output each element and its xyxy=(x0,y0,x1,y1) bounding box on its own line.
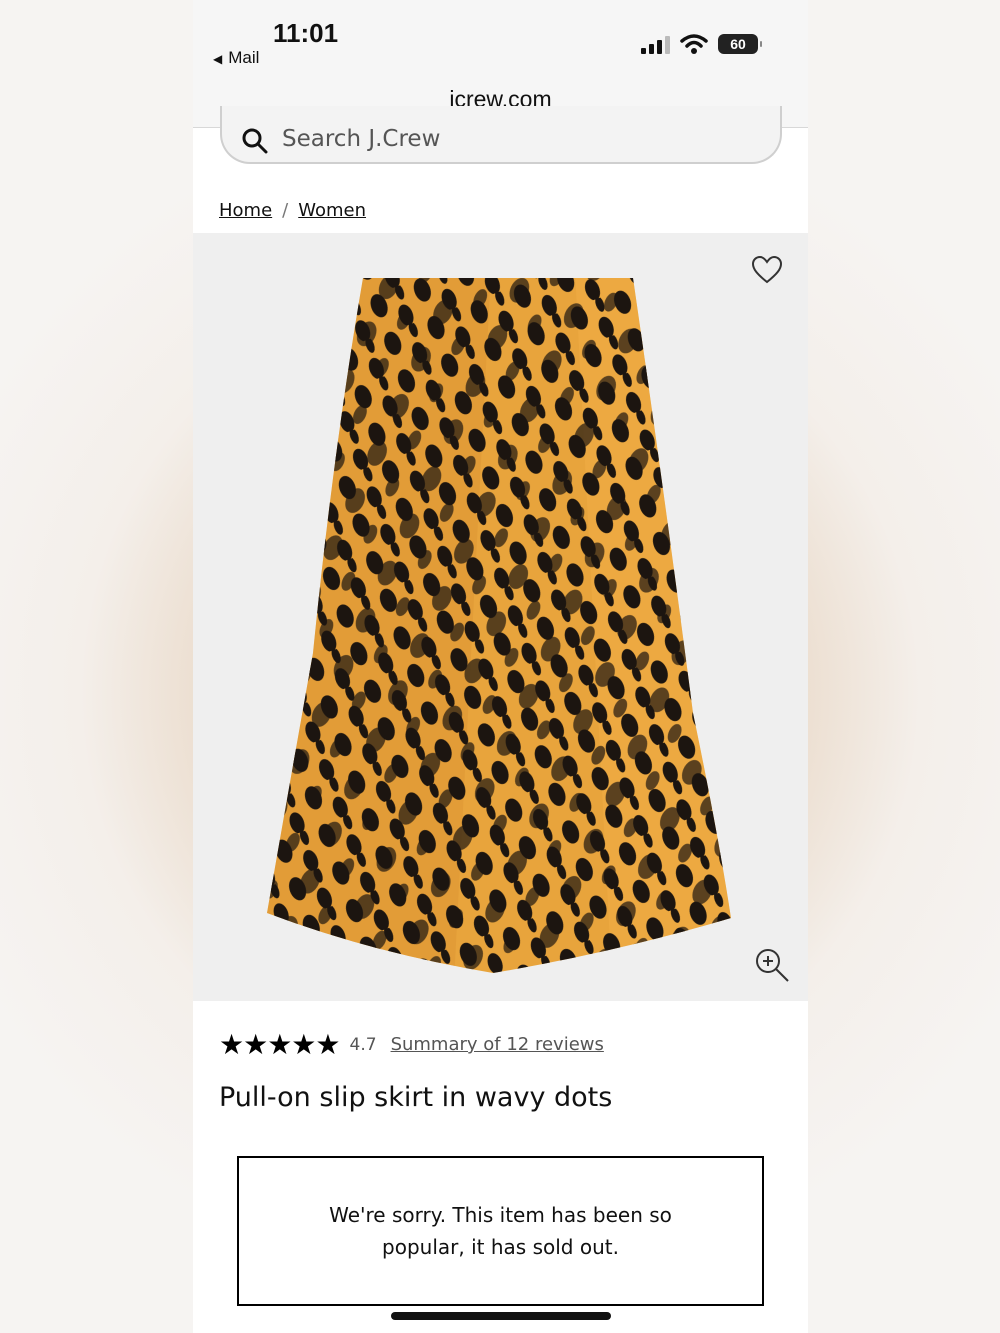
rating-value: 4.7 xyxy=(349,1034,377,1055)
zoom-in-icon[interactable] xyxy=(754,947,790,983)
status-icons: 60 xyxy=(640,34,762,54)
breadcrumb-separator: / xyxy=(282,200,289,221)
phone-screen: 11:01 ◀Mail 60 jcrew.com Search J.Crew xyxy=(193,0,808,1333)
product-title: Pull-on slip skirt in wavy dots xyxy=(219,1082,613,1113)
back-arrow-icon: ◀ xyxy=(213,52,223,66)
star-rating-icon: ★★★★★ xyxy=(219,1028,341,1061)
signal-icon xyxy=(641,36,670,54)
reviews-summary-link[interactable]: Summary of 12 reviews xyxy=(391,1034,604,1055)
breadcrumb-women[interactable]: Women xyxy=(298,200,366,221)
skirt-illustration xyxy=(267,278,731,973)
search-icon xyxy=(242,128,268,154)
breadcrumb: Home / Women xyxy=(219,200,366,221)
wifi-icon xyxy=(680,34,708,54)
heart-icon[interactable] xyxy=(751,255,783,285)
back-to-mail-link[interactable]: ◀ Mail xyxy=(213,48,259,68)
search-input[interactable]: Search J.Crew xyxy=(220,106,782,164)
sold-out-message: We're sorry. This item has been so popul… xyxy=(329,1203,672,1259)
search-placeholder: Search J.Crew xyxy=(282,126,441,152)
status-time: 11:01 xyxy=(273,18,339,48)
breadcrumb-home[interactable]: Home xyxy=(219,200,272,221)
back-app-label: Mail xyxy=(228,48,260,67)
rating-row: ★★★★★ 4.7 Summary of 12 reviews xyxy=(219,1028,604,1061)
home-indicator[interactable] xyxy=(391,1312,611,1320)
sold-out-notice: We're sorry. This item has been so popul… xyxy=(237,1156,764,1306)
product-image[interactable] xyxy=(193,233,808,1001)
battery-indicator: 60 xyxy=(718,34,762,54)
